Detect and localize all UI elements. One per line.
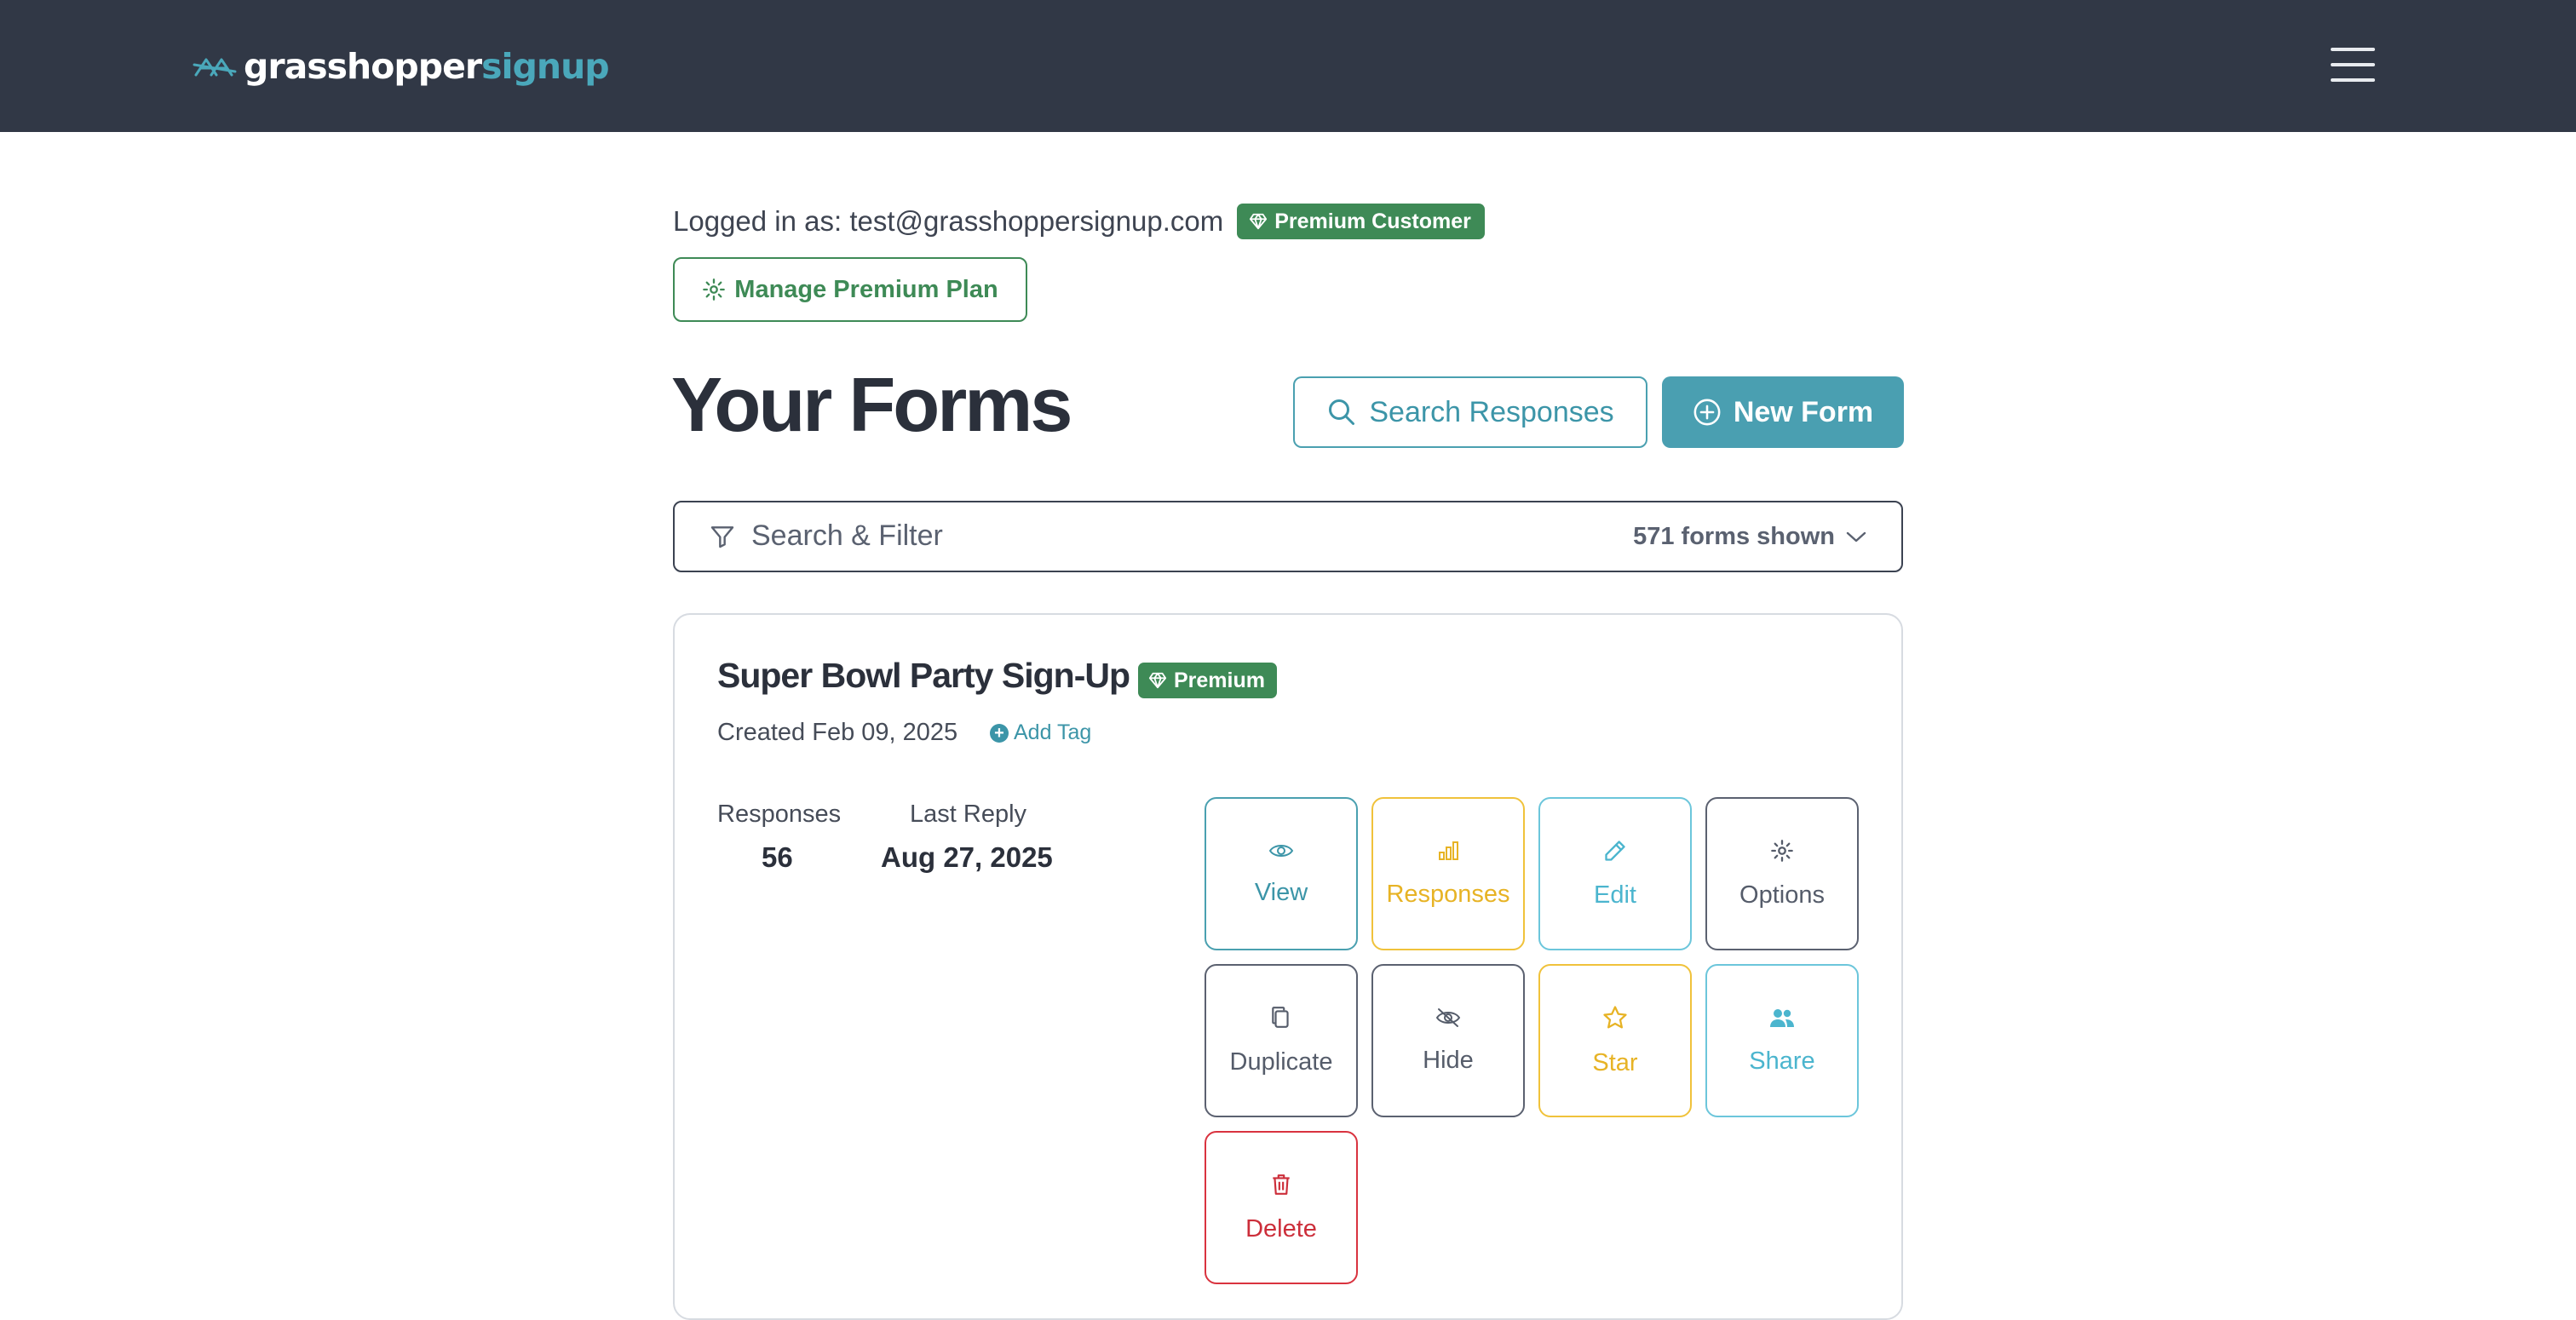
diamond-icon bbox=[1250, 213, 1268, 230]
duplicate-button[interactable]: Duplicate bbox=[1205, 964, 1358, 1117]
eye-off-icon bbox=[1435, 1007, 1461, 1027]
copy-icon bbox=[1272, 1006, 1289, 1028]
page-title: Your Forms bbox=[671, 363, 1072, 448]
bar-chart-icon bbox=[1439, 841, 1458, 860]
hamburger-menu-icon[interactable] bbox=[2331, 44, 2375, 85]
premium-customer-badge: Premium Customer bbox=[1237, 204, 1485, 239]
responses-button[interactable]: Responses bbox=[1371, 797, 1525, 950]
search-responses-button[interactable]: Search Responses bbox=[1293, 376, 1647, 448]
search-filter-bar[interactable]: Search & Filter 571 forms shown bbox=[673, 501, 1903, 572]
form-card: Super Bowl Party Sign-Up Premium Created… bbox=[673, 613, 1903, 1320]
options-button[interactable]: Options bbox=[1705, 797, 1859, 950]
chevron-down-icon[interactable] bbox=[1845, 528, 1867, 545]
manage-premium-plan-button[interactable]: Manage Premium Plan bbox=[673, 257, 1027, 322]
created-date: Created Feb 09, 2025 bbox=[717, 719, 958, 746]
last-reply-label: Last Reply bbox=[910, 801, 1027, 828]
add-tag-link[interactable]: + Add Tag bbox=[990, 720, 1091, 745]
delete-button[interactable]: Delete bbox=[1205, 1131, 1358, 1284]
logged-in-text: Logged in as: test@grasshoppersignup.com bbox=[673, 205, 1224, 237]
responses-label: Responses bbox=[717, 801, 842, 828]
gear-icon bbox=[1771, 839, 1793, 862]
logo[interactable]: grasshoppersignup bbox=[193, 43, 610, 90]
trash-icon bbox=[1273, 1174, 1290, 1195]
diamond-icon bbox=[1148, 672, 1167, 689]
gear-icon bbox=[703, 278, 726, 301]
plus-circle-icon bbox=[1693, 399, 1721, 426]
premium-badge: Premium bbox=[1138, 663, 1277, 698]
eye-icon bbox=[1268, 844, 1294, 857]
share-button[interactable]: Share bbox=[1705, 964, 1859, 1117]
grasshopper-logo-icon bbox=[193, 58, 237, 77]
top-navbar: grasshoppersignup bbox=[0, 0, 2576, 132]
search-icon bbox=[1329, 399, 1355, 425]
forms-count: 571 forms shown bbox=[1633, 523, 1835, 550]
plus-icon: + bbox=[990, 723, 1009, 743]
view-button[interactable]: View bbox=[1205, 797, 1358, 950]
new-form-button[interactable]: New Form bbox=[1662, 376, 1904, 448]
hide-button[interactable]: Hide bbox=[1371, 964, 1525, 1117]
last-reply-date: Aug 27, 2025 bbox=[881, 841, 1053, 873]
star-icon bbox=[1603, 1005, 1627, 1028]
star-button[interactable]: Star bbox=[1538, 964, 1692, 1117]
search-filter-label: Search & Filter bbox=[751, 519, 943, 552]
form-title[interactable]: Super Bowl Party Sign-Up bbox=[717, 656, 1130, 696]
filter-icon bbox=[710, 526, 734, 548]
account-info: Logged in as: test@grasshoppersignup.com… bbox=[673, 201, 1485, 242]
users-icon bbox=[1770, 1008, 1794, 1027]
responses-count: 56 bbox=[762, 841, 793, 873]
edit-button[interactable]: Edit bbox=[1538, 797, 1692, 950]
pencil-icon bbox=[1605, 840, 1625, 861]
logo-text: grasshoppersignup bbox=[244, 46, 610, 87]
